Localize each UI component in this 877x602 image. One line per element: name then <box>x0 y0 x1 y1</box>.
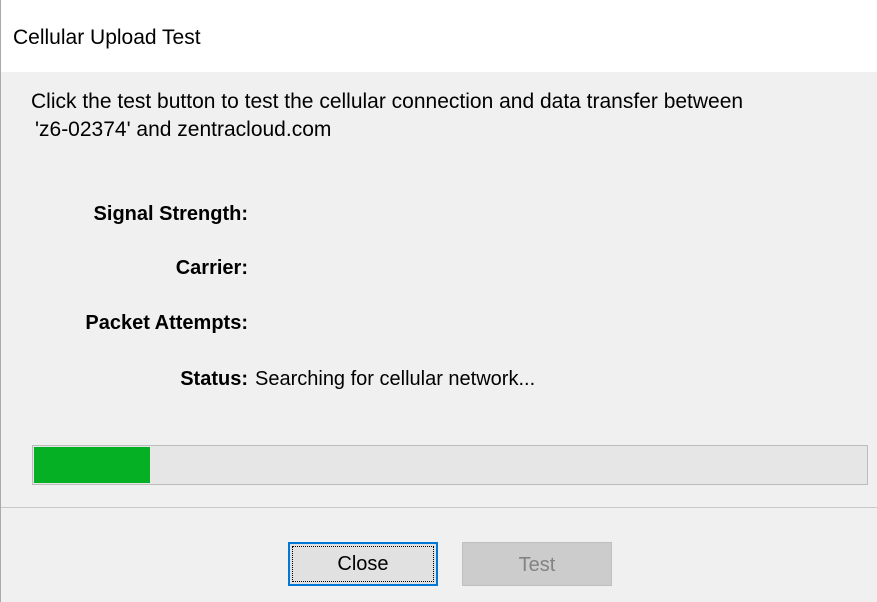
footer-divider <box>1 507 877 508</box>
status-row: Status: <box>1 367 248 391</box>
close-button[interactable]: Close <box>288 542 438 586</box>
description-line-1: Click the test button to test the cellul… <box>31 90 744 113</box>
signal-strength-row: Signal Strength: <box>1 202 248 226</box>
upload-progress-bar <box>32 445 868 485</box>
packet-attempts-row: Packet Attempts: <box>1 311 248 335</box>
title-bar: Cellular Upload Test <box>1 0 877 72</box>
description-line-2: 'z6-02374' and zentracloud.com <box>35 118 332 141</box>
carrier-label: Carrier: <box>175 257 248 279</box>
focus-rectangle <box>292 546 434 582</box>
status-label: Status: <box>180 368 248 390</box>
test-button[interactable]: Test <box>462 542 612 586</box>
test-button-label: Test <box>518 554 556 576</box>
packet-attempts-label: Packet Attempts: <box>85 312 248 334</box>
window-title: Cellular Upload Test <box>13 26 201 49</box>
cellular-upload-test-dialog: Cellular Upload Test Click the test butt… <box>0 0 877 602</box>
progress-fill <box>34 447 150 483</box>
description-text: Click the test button to test the cellul… <box>31 88 876 144</box>
carrier-row: Carrier: <box>1 256 248 280</box>
status-value: Searching for cellular network... <box>255 368 536 390</box>
signal-strength-label: Signal Strength: <box>93 203 248 225</box>
